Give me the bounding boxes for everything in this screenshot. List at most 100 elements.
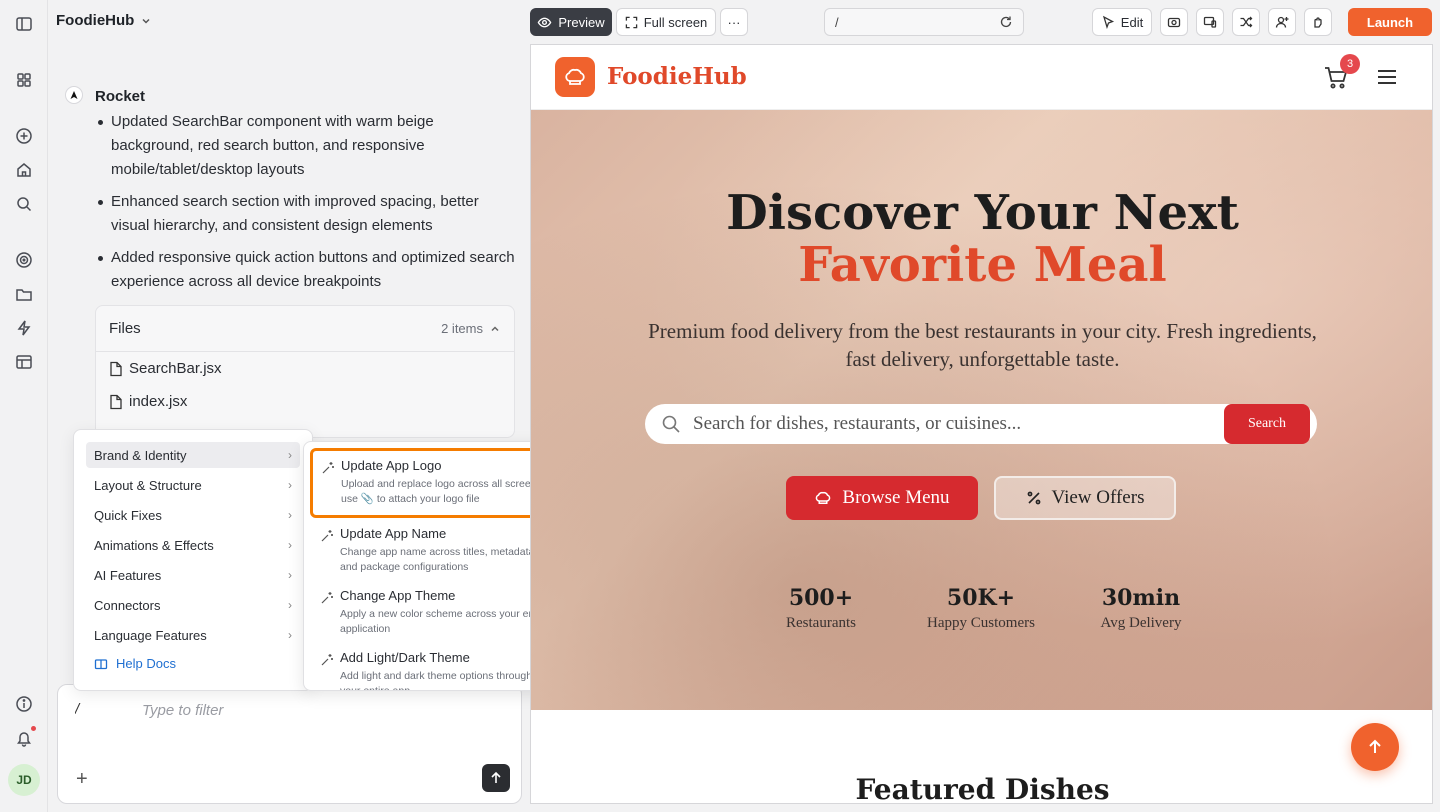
menu-item-quick-fixes[interactable]: Quick Fixes › bbox=[86, 502, 300, 528]
chat-input[interactable] bbox=[75, 701, 495, 718]
devices-icon bbox=[1203, 15, 1217, 29]
file-item[interactable]: SearchBar.jsx bbox=[96, 352, 514, 385]
folder-icon[interactable] bbox=[14, 284, 34, 304]
eye-icon bbox=[537, 15, 552, 30]
menu-item-label: Layout & Structure bbox=[94, 477, 202, 493]
view-offers-button[interactable]: View Offers bbox=[994, 476, 1176, 520]
magic-wand-icon bbox=[321, 461, 335, 475]
chevron-right-icon: › bbox=[288, 598, 292, 612]
browse-menu-button[interactable]: Browse Menu bbox=[786, 476, 978, 520]
site-name[interactable]: FoodieHub bbox=[607, 63, 747, 90]
expand-icon bbox=[625, 16, 638, 29]
camera-button[interactable] bbox=[1160, 8, 1188, 36]
featured-dishes-heading: Featured Dishes bbox=[855, 773, 1110, 804]
more-button[interactable]: ··· bbox=[720, 8, 748, 36]
app-preview: FoodieHub 3 Discover Your Next Favorite … bbox=[530, 44, 1433, 804]
assistant-name: Rocket bbox=[95, 88, 146, 105]
new-project-icon[interactable] bbox=[14, 126, 34, 146]
menu-item-brand-identity[interactable]: Brand & Identity › bbox=[86, 442, 300, 468]
file-item[interactable]: index.jsx bbox=[96, 385, 514, 418]
files-title: Files bbox=[109, 320, 141, 337]
deploy-button[interactable] bbox=[1304, 8, 1332, 36]
apps-grid-icon[interactable] bbox=[14, 70, 34, 90]
stat-value: 30min bbox=[1101, 585, 1181, 611]
left-rail: JD bbox=[0, 0, 48, 812]
files-header[interactable]: Files 2 items bbox=[96, 306, 514, 352]
project-name: FoodieHub bbox=[56, 12, 135, 29]
fullscreen-label: Full screen bbox=[643, 14, 708, 30]
devices-button[interactable] bbox=[1196, 8, 1224, 36]
avatar[interactable]: JD bbox=[8, 764, 40, 796]
view-offers-label: View Offers bbox=[1051, 487, 1145, 508]
url-bar[interactable]: / bbox=[824, 8, 1024, 36]
target-icon[interactable] bbox=[14, 250, 34, 270]
files-count: 2 items bbox=[441, 321, 501, 336]
submenu-item-update-name[interactable]: Update App Name Change app name across t… bbox=[310, 516, 560, 576]
hero-search-input[interactable] bbox=[693, 413, 1213, 435]
stat-value: 50K+ bbox=[946, 585, 1016, 611]
notification-dot bbox=[31, 726, 36, 731]
add-user-button[interactable] bbox=[1268, 8, 1296, 36]
project-switcher[interactable]: FoodieHub bbox=[56, 12, 152, 29]
edit-button[interactable]: Edit bbox=[1092, 8, 1152, 36]
shuffle-button[interactable] bbox=[1232, 8, 1260, 36]
refresh-icon[interactable] bbox=[999, 15, 1013, 29]
message-bullet: Enhanced search section with improved sp… bbox=[95, 190, 515, 238]
file-icon bbox=[109, 394, 123, 410]
preview-button[interactable]: Preview bbox=[530, 8, 612, 36]
hero-section: Discover Your Next Favorite Meal Premium… bbox=[531, 110, 1432, 710]
submenu-item-desc: Upload and replace logo across all scree… bbox=[341, 478, 549, 505]
cursor-select-icon bbox=[1101, 15, 1115, 29]
message-bullet: Updated SearchBar component with warm be… bbox=[95, 110, 515, 182]
book-icon bbox=[94, 657, 108, 671]
send-button[interactable] bbox=[482, 764, 510, 792]
submenu-item-light-dark-theme[interactable]: Add Light/Dark Theme Add light and dark … bbox=[310, 640, 560, 691]
layout-icon[interactable] bbox=[14, 352, 34, 372]
menu-item-label: Language Features bbox=[94, 627, 207, 643]
stat-label: Avg Delivery bbox=[1100, 615, 1182, 631]
help-docs-link[interactable]: Help Docs bbox=[86, 656, 300, 671]
submenu-item-title: Update App Logo bbox=[341, 458, 442, 473]
menu-item-animations-effects[interactable]: Animations & Effects › bbox=[86, 532, 300, 558]
menu-item-language-features[interactable]: Language Features › bbox=[86, 622, 300, 648]
chef-hat-logo-icon[interactable] bbox=[555, 57, 595, 97]
site-header: FoodieHub 3 bbox=[531, 45, 1432, 110]
chevron-right-icon: › bbox=[288, 448, 292, 462]
browse-menu-label: Browse Menu bbox=[842, 487, 950, 508]
submenu-item-update-logo[interactable]: Update App Logo Upload and replace logo … bbox=[310, 448, 560, 518]
stat-label: Happy Customers bbox=[927, 615, 1035, 631]
submenu-item-change-theme[interactable]: Change App Theme Apply a new color schem… bbox=[310, 578, 560, 638]
file-icon bbox=[109, 361, 123, 377]
menu-item-layout-structure[interactable]: Layout & Structure › bbox=[86, 472, 300, 498]
files-panel: Files 2 items SearchBar.jsx index.jsx bbox=[95, 305, 515, 438]
hamburger-menu-icon[interactable] bbox=[1377, 69, 1397, 85]
stat-restaurants: 500+ Restaurants bbox=[741, 585, 901, 632]
home-icon[interactable] bbox=[14, 160, 34, 180]
launch-button[interactable]: Launch bbox=[1348, 8, 1432, 36]
magic-wand-icon bbox=[320, 591, 334, 605]
files-count-label: 2 items bbox=[441, 321, 483, 336]
attach-plus-button[interactable]: + bbox=[76, 769, 88, 789]
search-icon[interactable] bbox=[14, 194, 34, 214]
bell-icon[interactable] bbox=[14, 728, 34, 748]
message-bullet: Added responsive quick action buttons an… bbox=[95, 246, 515, 294]
search-button[interactable]: Search bbox=[1224, 404, 1310, 444]
menu-item-label: Animations & Effects bbox=[94, 537, 214, 553]
hero-subtitle: Premium food delivery from the best rest… bbox=[648, 319, 1317, 371]
submenu-item-desc: Add light and dark theme options through… bbox=[340, 670, 547, 691]
submenu-item-title: Update App Name bbox=[340, 526, 447, 541]
hero-title-accent: Favorite Meal bbox=[798, 237, 1167, 293]
lightning-icon[interactable] bbox=[14, 318, 34, 338]
hero-search-bar: Search bbox=[645, 404, 1317, 444]
menu-item-connectors[interactable]: Connectors › bbox=[86, 592, 300, 618]
search-icon bbox=[661, 414, 681, 434]
menu-item-label: Brand & Identity bbox=[94, 447, 187, 463]
sidebar-toggle-icon[interactable] bbox=[14, 14, 34, 34]
scroll-to-top-button[interactable] bbox=[1351, 723, 1399, 771]
menu-item-ai-features[interactable]: AI Features › bbox=[86, 562, 300, 588]
submenu-item-desc: Apply a new color scheme across your ent… bbox=[340, 608, 549, 635]
preview-toolbar: Preview Full screen ··· / Edit Launch bbox=[530, 0, 1440, 44]
info-icon[interactable] bbox=[14, 694, 34, 714]
url-text: / bbox=[835, 14, 839, 30]
fullscreen-button[interactable]: Full screen bbox=[616, 8, 716, 36]
